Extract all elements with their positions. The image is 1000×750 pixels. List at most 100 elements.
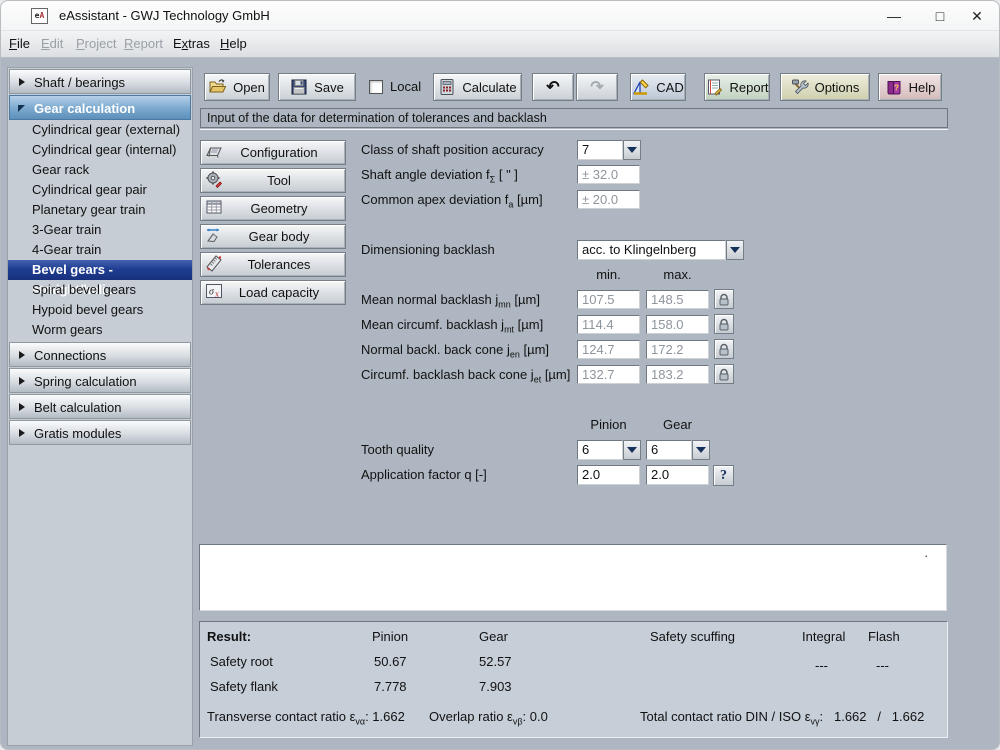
tolerances-button[interactable]: Tolerances [200, 252, 346, 277]
sidebar-group-gratis-modules[interactable]: Gratis modules [9, 420, 191, 445]
total-contact-ratio: Total contact ratio DIN / ISO εvγ: 1.662… [640, 709, 925, 727]
application-factor-help-button[interactable]: ? [713, 465, 734, 486]
mean-circumf-backlash-min-input: 114.4 [577, 315, 640, 334]
sidebar-item-gear-rack[interactable]: Gear rack [8, 160, 192, 180]
tooth-quality-pinion-select[interactable]: 6 [577, 440, 641, 460]
sidebar-group-spring-calculation[interactable]: Spring calculation [9, 368, 191, 393]
save-button[interactable]: Save [278, 73, 356, 101]
local-checkbox[interactable] [369, 80, 383, 94]
sidebar-item-bevel-gears-selected[interactable]: Bevel gears - straight/heli... [8, 260, 192, 297]
undo-button[interactable]: ↶ [532, 73, 574, 101]
gear-column-header: Gear [663, 417, 692, 432]
mean-normal-backlash-min-input: 107.5 [577, 290, 640, 309]
result-col-scuffing: Safety scuffing [650, 629, 736, 644]
options-button[interactable]: Options [780, 73, 870, 101]
help-button[interactable]: ? Help [878, 73, 942, 101]
class-accuracy-select[interactable]: 7 [577, 140, 641, 160]
configuration-button[interactable]: Configuration [200, 140, 346, 165]
application-factor-pinion-input[interactable]: 2.0 [577, 465, 640, 485]
sidebar-item-worm-gears[interactable]: Worm gears [8, 320, 192, 340]
report-notepad-icon [708, 79, 723, 96]
sidebar-group-gear-calculation[interactable]: Gear calculation [9, 95, 191, 120]
sidebar-group-connections[interactable]: Connections [9, 342, 191, 367]
tooth-quality-gear-select[interactable]: 6 [646, 440, 710, 460]
cad-button[interactable]: CAD [630, 73, 686, 101]
sidebar-group-belt-calculation[interactable]: Belt calculation [9, 394, 191, 419]
dimensioning-backlash-select[interactable]: acc. to Klingelnberg [577, 240, 744, 260]
dropdown-arrow-icon[interactable] [623, 440, 641, 460]
app-window: eA eAssistant - GWJ Technology GmbH — □ … [0, 0, 1000, 750]
tool-button[interactable]: Tool [200, 168, 346, 193]
lock-button[interactable] [714, 364, 734, 384]
result-col-flash: Flash [868, 629, 900, 644]
calculator-icon [440, 79, 454, 95]
shaft-angle-label: Shaft angle deviation fΣ [ " ] [361, 167, 518, 185]
notes-dot: . [924, 545, 928, 560]
lock-button[interactable] [714, 339, 734, 359]
circumf-backlash-back-cone-min-input: 132.7 [577, 365, 640, 384]
maximize-button[interactable]: □ [923, 5, 957, 27]
max-column-header: max. [663, 267, 692, 282]
scuffing-flash-value: --- [876, 658, 889, 673]
collapsed-arrow-icon [19, 377, 25, 385]
calculate-button[interactable]: Calculate [433, 73, 522, 101]
dropdown-arrow-icon[interactable] [623, 140, 641, 160]
apex-deviation-input: ± 20.0 [577, 190, 640, 209]
pinion-column-header: Pinion [590, 417, 627, 432]
application-factor-gear-input[interactable]: 2.0 [646, 465, 709, 485]
sidebar-item-3-gear-train[interactable]: 3-Gear train [8, 220, 192, 240]
panel-title: Input of the data for determination of t… [200, 108, 948, 127]
redo-button[interactable]: ↷ [576, 73, 618, 101]
close-button[interactable]: ✕ [960, 5, 994, 27]
menu-help[interactable]: Help [220, 31, 247, 57]
result-col-pinion: Pinion [372, 629, 409, 644]
geometry-grid-icon [201, 198, 227, 219]
gear-body-button[interactable]: Gear body [200, 224, 346, 249]
menu-extras[interactable]: Extras [173, 31, 210, 57]
sidebar-item-cylindrical-gear-external[interactable]: Cylindrical gear (external) [8, 120, 192, 140]
sidebar-item-hypoid-bevel-gears[interactable]: Hypoid bevel gears [8, 300, 192, 320]
scuffing-integral-value: --- [815, 658, 828, 673]
collapsed-arrow-icon [19, 429, 25, 437]
sidebar-group-shaft-bearings[interactable]: Shaft / bearings [9, 69, 191, 94]
notes-area[interactable]: . [199, 544, 947, 611]
cad-ruler-pencil-icon [633, 79, 649, 95]
collapsed-arrow-icon [19, 351, 25, 359]
lock-button[interactable] [714, 314, 734, 334]
dropdown-arrow-icon[interactable] [726, 240, 744, 260]
circumf-backlash-back-cone-max-input: 183.2 [646, 365, 709, 384]
window-title: eAssistant - GWJ Technology GmbH [59, 8, 270, 23]
menu-project[interactable]: Project [76, 31, 116, 57]
save-floppy-icon [291, 79, 307, 95]
result-col-gear: Gear [479, 629, 508, 644]
mean-normal-backlash-max-input: 148.5 [646, 290, 709, 309]
overlap-ratio: Overlap ratio εvβ: 0.0 [429, 709, 548, 727]
minimize-button[interactable]: — [877, 5, 911, 27]
result-title: Result: [207, 629, 252, 644]
sidebar-item-cylindrical-gear-internal[interactable]: Cylindrical gear (internal) [8, 140, 192, 160]
report-button[interactable]: Report [704, 73, 770, 101]
mean-normal-backlash-label: Mean normal backlash jmn [µm] [361, 292, 540, 310]
options-tools-icon [791, 79, 809, 95]
padlock-icon [719, 318, 729, 330]
sidebar-item-4-gear-train[interactable]: 4-Gear train [8, 240, 192, 260]
menu-report[interactable]: Report [124, 31, 163, 57]
tool-gear-icon [201, 170, 227, 191]
panel-title-separator [200, 127, 948, 130]
shaft-angle-input: ± 32.0 [577, 165, 640, 184]
sidebar-item-spiral-bevel-gears[interactable]: Spiral bevel gears [8, 280, 192, 300]
sidebar-item-planetary-gear-train[interactable]: Planetary gear train [8, 200, 192, 220]
menu-edit[interactable]: Edit [41, 31, 63, 57]
lock-button[interactable] [714, 289, 734, 309]
open-button[interactable]: Open [204, 73, 270, 101]
sidebar-item-cylindrical-gear-pair[interactable]: Cylindrical gear pair [8, 180, 192, 200]
safety-root-label: Safety root [210, 654, 273, 669]
menu-file[interactable]: File [9, 31, 30, 57]
safety-flank-label: Safety flank [210, 679, 278, 694]
geometry-button[interactable]: Geometry [200, 196, 346, 221]
load-capacity-button[interactable]: σx Load capacity [200, 280, 346, 305]
tolerances-ruler-icon [201, 254, 227, 275]
class-accuracy-label: Class of shaft position accuracy [361, 142, 544, 157]
dropdown-arrow-icon[interactable] [692, 440, 710, 460]
gear-body-icon [201, 226, 227, 247]
